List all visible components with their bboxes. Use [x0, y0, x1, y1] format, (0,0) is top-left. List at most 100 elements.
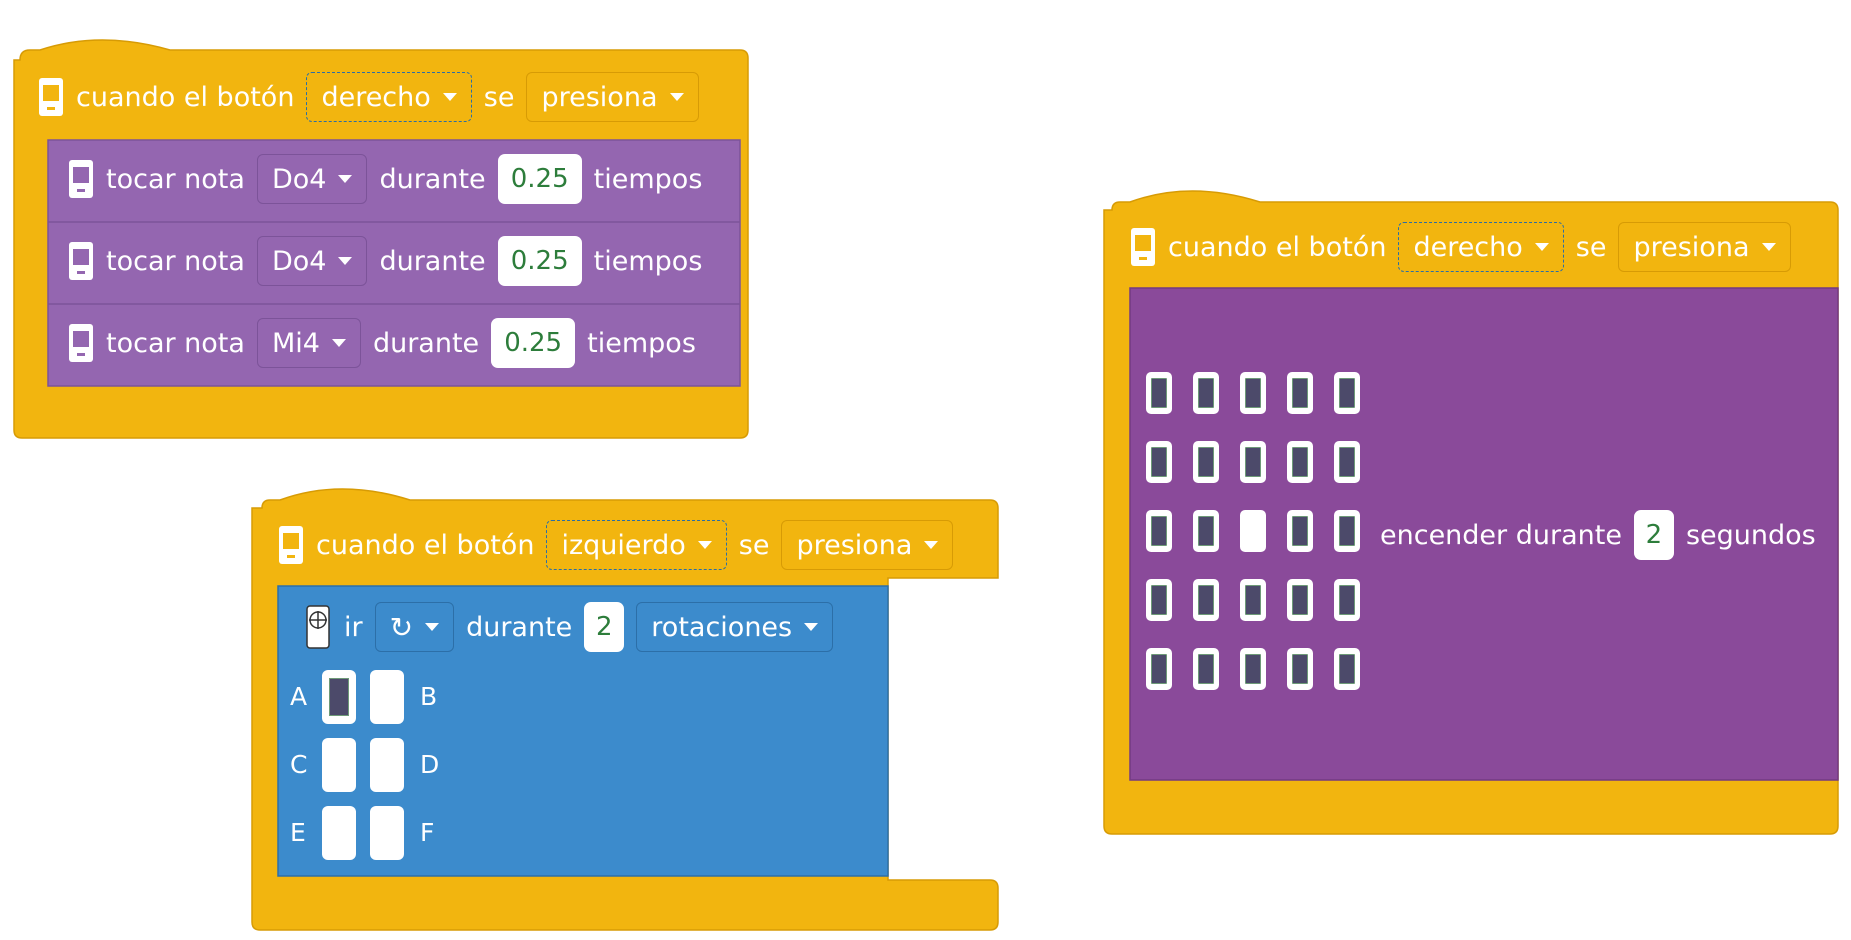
chevron-down-icon — [1534, 243, 1549, 251]
event-block-shape — [1103, 190, 1839, 835]
led-cell[interactable] — [1193, 648, 1219, 690]
note-value: Do4 — [271, 163, 327, 195]
event-middle-label: se — [1575, 231, 1607, 263]
direction-dropdown[interactable]: ↻ — [374, 602, 455, 652]
play-note-label: tocar nota — [106, 327, 245, 359]
seconds-unit-label: segundos — [1685, 519, 1816, 551]
device-icon — [39, 78, 63, 116]
beats-unit-label: tiempos — [593, 163, 703, 195]
note-dropdown[interactable]: Do4 — [256, 154, 368, 204]
unit-value: rotaciones — [651, 611, 793, 643]
led-cell[interactable] — [1146, 441, 1172, 483]
port-toggle-d[interactable] — [370, 738, 404, 792]
display-on-label: encender durante — [1380, 519, 1622, 551]
device-icon — [69, 242, 93, 280]
button-action-value: presiona — [1633, 231, 1750, 263]
device-icon — [69, 324, 93, 362]
led-cell[interactable] — [1334, 648, 1360, 690]
note-dropdown[interactable]: Mi4 — [256, 318, 361, 368]
chevron-down-icon — [338, 257, 353, 265]
port-toggle-b[interactable] — [370, 670, 404, 724]
button-side-dropdown[interactable]: derecho — [1398, 222, 1564, 272]
note-dropdown[interactable]: Do4 — [256, 236, 368, 286]
during-label: durante — [372, 327, 480, 359]
beats-input[interactable]: 0.25 — [497, 236, 582, 286]
button-action-value: presiona — [541, 81, 658, 113]
beats-unit-label: tiempos — [587, 327, 696, 359]
port-label-b: B — [420, 682, 438, 711]
led-cell[interactable] — [1287, 441, 1313, 483]
port-label-f: F — [420, 818, 435, 847]
play-note-label: tocar nota — [106, 245, 245, 277]
button-side-dropdown[interactable]: derecho — [306, 72, 472, 122]
chevron-down-icon — [697, 541, 712, 549]
led-cell[interactable] — [1240, 372, 1266, 414]
device-icon — [279, 526, 303, 564]
motor-go-block[interactable]: ir ↻ durante 2 rotaciones — [304, 602, 834, 652]
event-prefix-label: cuando el botón — [76, 81, 295, 113]
event-middle-label: se — [738, 529, 770, 561]
button-side-value: izquierdo — [561, 529, 686, 561]
play-note-label: tocar nota — [106, 163, 245, 195]
led-cell[interactable] — [1146, 648, 1172, 690]
event-prefix-label: cuando el botón — [1168, 231, 1387, 263]
led-cell[interactable] — [1193, 510, 1219, 552]
event-prefix-label: cuando el botón — [316, 529, 535, 561]
motor-go-label: ir — [344, 611, 363, 643]
event-header: cuando el botón derecho se presiona — [1130, 222, 1791, 272]
display-on-block[interactable]: encender durante 2 segundos — [1380, 510, 1816, 560]
event-header: cuando el botón derecho se presiona — [38, 72, 699, 122]
event-block-shape — [251, 488, 999, 931]
port-label-e: E — [290, 818, 306, 847]
chevron-down-icon — [331, 339, 346, 347]
led-cell[interactable] — [1146, 579, 1172, 621]
beats-input[interactable]: 0.25 — [497, 154, 582, 204]
led-cell[interactable] — [1193, 372, 1219, 414]
port-toggle-c[interactable] — [322, 738, 356, 792]
button-side-value: derecho — [321, 81, 431, 113]
led-cell[interactable] — [1287, 579, 1313, 621]
led-cell[interactable] — [1334, 579, 1360, 621]
led-cell[interactable] — [1146, 510, 1172, 552]
led-cell[interactable] — [1240, 648, 1266, 690]
button-action-value: presiona — [796, 529, 913, 561]
event-middle-label: se — [483, 81, 515, 113]
chevron-down-icon — [669, 93, 684, 101]
beats-input[interactable]: 0.25 — [491, 318, 576, 368]
port-toggle-e[interactable] — [322, 806, 356, 860]
event-block-shape — [13, 39, 749, 439]
play-note-block[interactable]: tocar nota Mi4 durante 0.25 tiempos — [68, 318, 696, 368]
led-cell[interactable] — [1193, 441, 1219, 483]
port-toggle-a[interactable] — [322, 670, 356, 724]
unit-dropdown[interactable]: rotaciones — [636, 602, 834, 652]
button-action-dropdown[interactable]: presiona — [781, 520, 954, 570]
led-cell[interactable] — [1334, 372, 1360, 414]
led-cell[interactable] — [1287, 648, 1313, 690]
button-side-dropdown[interactable]: izquierdo — [546, 520, 727, 570]
led-cell[interactable] — [1240, 579, 1266, 621]
chevron-down-icon — [924, 541, 939, 549]
led-cell[interactable] — [1287, 372, 1313, 414]
play-note-block[interactable]: tocar nota Do4 durante 0.25 tiempos — [68, 154, 702, 204]
led-cell[interactable] — [1334, 441, 1360, 483]
led-cell[interactable] — [1240, 510, 1266, 552]
seconds-input[interactable]: 2 — [1633, 510, 1674, 560]
button-action-dropdown[interactable]: presiona — [1618, 222, 1791, 272]
button-side-value: derecho — [1413, 231, 1523, 263]
rotate-clockwise-icon: ↻ — [389, 610, 414, 644]
chevron-down-icon — [804, 623, 819, 631]
port-toggle-f[interactable] — [370, 806, 404, 860]
during-label: durante — [379, 163, 486, 195]
led-cell[interactable] — [1334, 510, 1360, 552]
chevron-down-icon — [1761, 243, 1776, 251]
led-cell[interactable] — [1146, 372, 1172, 414]
note-value: Mi4 — [271, 327, 320, 359]
port-label-a: A — [290, 682, 308, 711]
event-header: cuando el botón izquierdo se presiona — [278, 520, 954, 570]
play-note-block[interactable]: tocar nota Do4 durante 0.25 tiempos — [68, 236, 702, 286]
led-cell[interactable] — [1287, 510, 1313, 552]
led-cell[interactable] — [1193, 579, 1219, 621]
amount-input[interactable]: 2 — [584, 602, 625, 652]
led-cell[interactable] — [1240, 441, 1266, 483]
button-action-dropdown[interactable]: presiona — [526, 72, 699, 122]
